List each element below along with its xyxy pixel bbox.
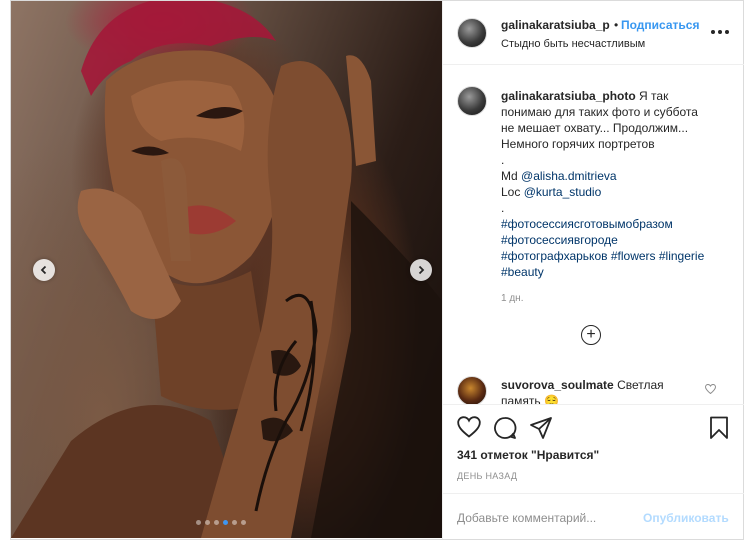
caption-mention-line: Md @alisha.dmitrieva (501, 169, 617, 183)
carousel-dot (205, 520, 210, 525)
carousel-indicator (196, 520, 246, 525)
caption-text: понимаю для таких фото и суббота (501, 105, 698, 119)
add-comment-bar: Опубликовать (443, 493, 744, 540)
hashtag-link[interactable]: #flowers (611, 249, 656, 263)
like-comment-heart-icon[interactable] (705, 384, 716, 394)
commenter-avatar[interactable] (457, 376, 487, 404)
post-actions: 341 отметок "Нравится" ДЕНЬ НАЗАД Опубли… (443, 404, 744, 539)
carousel-dot (241, 520, 246, 525)
mention-link[interactable]: @kurta_studio (524, 185, 602, 199)
follow-button[interactable]: Подписаться (621, 18, 699, 32)
caption-timestamp[interactable]: 1 дн. (501, 293, 523, 304)
comment-icon[interactable] (493, 416, 517, 440)
avatar[interactable] (457, 18, 487, 48)
separator-bullet: • (614, 18, 619, 32)
author-username[interactable]: galinakaratsiuba_p (501, 18, 610, 32)
post-caption: galinakaratsiuba_photo Я так понимаю для… (501, 88, 729, 280)
chevron-right-icon (418, 265, 425, 275)
caption-text: Немного горячих портретов (501, 137, 655, 151)
likes-count[interactable]: 341 отметок "Нравится" (457, 448, 599, 462)
post-location[interactable]: Стыдно быть несчастливым (501, 38, 645, 50)
caption-text: не мешает охвату... Продолжим... (501, 121, 689, 135)
portrait-illustration (11, 1, 442, 538)
caption-username[interactable]: galinakaratsiuba_photo (501, 89, 636, 103)
carousel-dot-active (223, 520, 228, 525)
bookmark-icon[interactable] (709, 416, 729, 440)
hashtag-link[interactable]: #beauty (501, 264, 729, 280)
more-options-icon[interactable] (711, 30, 729, 36)
heart-icon[interactable] (457, 416, 481, 438)
carousel-dot (214, 520, 219, 525)
chevron-left-icon (40, 265, 47, 275)
carousel-dot (196, 520, 201, 525)
publish-button[interactable]: Опубликовать (643, 511, 729, 525)
post-header: galinakaratsiuba_p • Подписаться Стыдно … (443, 1, 744, 65)
plus-icon: + (586, 326, 596, 343)
share-icon[interactable] (529, 416, 553, 440)
hashtag-link[interactable]: #фотосессиясготовымобразом (501, 216, 729, 232)
load-more-comments-button[interactable]: + (581, 325, 601, 345)
comment-input[interactable] (457, 508, 637, 528)
caption-avatar[interactable] (457, 86, 487, 116)
comment: suvorova_soulmate Светлая память 😌 (501, 377, 701, 404)
post-sidebar: galinakaratsiuba_p • Подписаться Стыдно … (442, 1, 744, 539)
hashtag-link[interactable]: #фотосессиявгороде (501, 232, 729, 248)
hashtag-link[interactable]: #lingerie (659, 249, 704, 263)
carousel-prev-button[interactable] (33, 259, 55, 281)
comments-section: galinakaratsiuba_photo Я так понимаю для… (443, 66, 744, 404)
hashtag-link[interactable]: #фотографхарьков (501, 249, 608, 263)
post-date[interactable]: ДЕНЬ НАЗАД (457, 471, 517, 481)
caption-text: Я так (639, 89, 669, 103)
post-photo[interactable] (11, 1, 442, 538)
carousel-dot (232, 520, 237, 525)
caption-text: . (501, 201, 505, 215)
commenter-username[interactable]: suvorova_soulmate (501, 378, 614, 392)
mention-link[interactable]: @alisha.dmitrieva (521, 169, 617, 183)
carousel-next-button[interactable] (410, 259, 432, 281)
caption-mention-line: Loc @kurta_studio (501, 185, 602, 199)
caption-text: . (501, 153, 505, 167)
